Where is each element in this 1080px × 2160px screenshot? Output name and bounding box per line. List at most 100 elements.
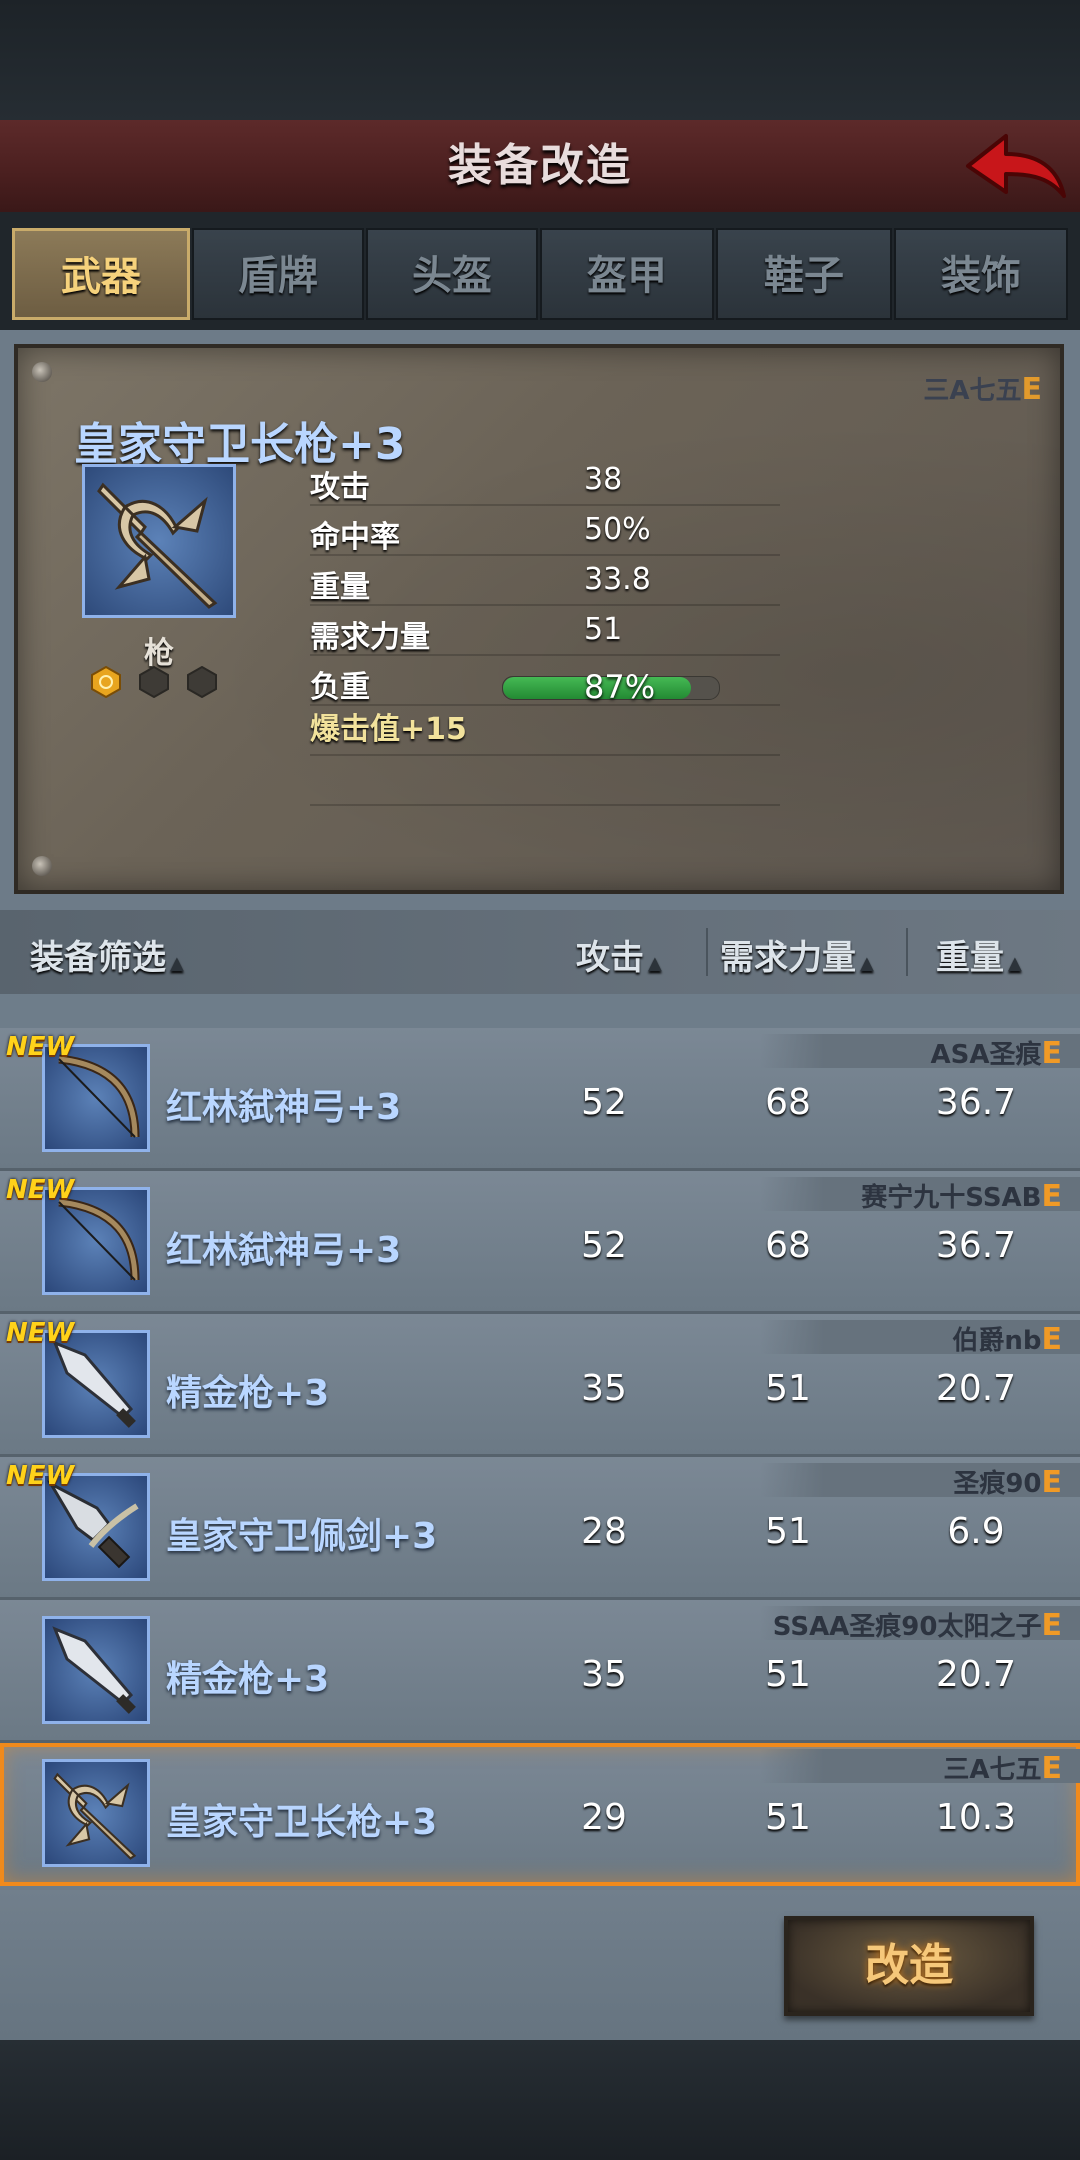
list-header: 装备筛选 ▲ 攻击 ▲ 需求力量 ▲ 重量 ▲ — [0, 910, 1080, 994]
item-weight: 6.9 — [947, 1511, 1005, 1552]
category-tabs: 武器 盾牌 头盔 盔甲 鞋子 装饰 — [0, 212, 1080, 330]
page-title: 装备改造 — [448, 140, 632, 191]
weight-header-label: 重量 — [936, 938, 1004, 978]
grade-badge: E — [1041, 1465, 1063, 1500]
divider — [310, 604, 780, 606]
red-back-arrow-icon — [966, 134, 1066, 198]
owner-name: 伯爵nb — [952, 1326, 1042, 1356]
tab-shield[interactable]: 盾牌 — [192, 228, 364, 320]
row-owner: ASA圣痕E — [931, 1034, 1062, 1071]
row-owner: 圣痕90E — [953, 1463, 1062, 1500]
item-strength: 51 — [765, 1654, 811, 1695]
divider — [310, 804, 780, 806]
filter-sort-button[interactable]: 装备筛选 ▲ — [30, 930, 184, 979]
spear-icon — [42, 1616, 150, 1724]
item-strength: 51 — [765, 1797, 811, 1838]
weight-sort-button[interactable]: 重量 ▲ — [936, 930, 1022, 979]
row-owner: SSAA圣痕90太阳之子E — [773, 1606, 1062, 1643]
grade-badge: E — [1041, 1608, 1063, 1643]
row-owner: 赛宁九十SSABE — [861, 1177, 1062, 1214]
gold-gem-icon — [91, 666, 121, 698]
bottom-band — [0, 2040, 1080, 2160]
item-weight: 20.7 — [935, 1368, 1017, 1409]
item-name: 皇家守卫长枪+3 — [166, 1802, 438, 1843]
equipment-row[interactable]: 三A七五E 皇家守卫长枪+3 29 51 10.3 — [0, 1743, 1080, 1886]
item-attack: 29 — [581, 1797, 627, 1838]
strength-header-label: 需求力量 — [720, 938, 856, 978]
item-attack: 35 — [581, 1654, 627, 1695]
empty-gem-slot-icon — [139, 666, 169, 698]
item-owner: 三A七五E — [923, 370, 1042, 407]
sort-triangle-icon: ▲ — [1008, 953, 1022, 974]
item-name: 精金枪+3 — [166, 1373, 330, 1414]
back-button[interactable] — [960, 128, 1070, 204]
divider — [706, 928, 708, 976]
equipment-row[interactable]: 赛宁九十SSABE NEW 红林弑神弓+3 52 68 36.7 — [0, 1171, 1080, 1314]
detail-panel-frame: 三A七五E 皇家守卫长枪+3 枪 攻击 38 命中率 50% 重量 33.8 需… — [0, 330, 1080, 910]
strength-sort-button[interactable]: 需求力量 ▲ — [720, 930, 874, 979]
item-attack: 52 — [581, 1225, 627, 1266]
stat-load-label: 负重 — [310, 670, 370, 705]
tab-helmet[interactable]: 头盔 — [366, 228, 538, 320]
divider — [906, 928, 908, 976]
owner-name: 赛宁九十SSAB — [861, 1183, 1042, 1213]
tab-shoes[interactable]: 鞋子 — [716, 228, 892, 320]
item-strength: 51 — [765, 1511, 811, 1552]
item-attack: 28 — [581, 1511, 627, 1552]
item-weight: 36.7 — [935, 1082, 1017, 1123]
item-name: 皇家守卫佩剑+3 — [166, 1516, 438, 1557]
reforge-button[interactable]: 改造 — [784, 1916, 1034, 2016]
owner-name: 三A七五 — [943, 1755, 1042, 1785]
bonus-crit-stat: 爆击值+15 — [310, 712, 467, 747]
row-owner: 伯爵nbE — [952, 1320, 1062, 1357]
action-area: 改造 — [0, 1890, 1080, 2040]
top-band — [0, 0, 1080, 120]
stat-weight-value: 33.8 — [584, 562, 651, 597]
header-bar: 装备改造 — [0, 120, 1080, 216]
divider — [310, 554, 780, 556]
equipment-row[interactable]: ASA圣痕E NEW 红林弑神弓+3 52 68 36.7 — [0, 1028, 1080, 1171]
owner-name: ASA圣痕 — [930, 1040, 1042, 1070]
equipment-list: 装备筛选 ▲ 攻击 ▲ 需求力量 ▲ 重量 ▲ ASA圣痕E NEW 红林弑神弓+3 52 68… — [0, 910, 1080, 1890]
attack-header-label: 攻击 — [576, 938, 644, 978]
equipment-row[interactable]: 伯爵nbE NEW 精金枪+3 35 51 20.7 — [0, 1314, 1080, 1457]
item-strength: 51 — [765, 1368, 811, 1409]
equipment-row[interactable]: 圣痕90E NEW 皇家守卫佩剑+3 28 51 6.9 — [0, 1457, 1080, 1600]
sort-triangle-icon: ▲ — [170, 953, 184, 974]
tab-armor[interactable]: 盔甲 — [540, 228, 714, 320]
item-name: 红林弑神弓+3 — [166, 1087, 402, 1128]
new-badge: NEW — [6, 1175, 75, 1205]
item-weight: 10.3 — [935, 1797, 1017, 1838]
grade-badge: E — [1021, 372, 1043, 407]
tab-accessory[interactable]: 装饰 — [894, 228, 1068, 320]
rivet-icon — [32, 856, 52, 876]
filter-label: 装备筛选 — [30, 938, 166, 978]
equipment-row[interactable]: SSAA圣痕90太阳之子E 精金枪+3 35 51 20.7 — [0, 1600, 1080, 1743]
item-name: 精金枪+3 — [166, 1659, 330, 1700]
stat-load-value: 87% — [584, 668, 656, 706]
stat-accuracy-label: 命中率 — [310, 520, 400, 555]
item-strength: 68 — [765, 1082, 811, 1123]
stat-attack-label: 攻击 — [310, 470, 370, 505]
item-weight: 36.7 — [935, 1225, 1017, 1266]
owner-name: 圣痕90 — [953, 1469, 1042, 1499]
grade-badge: E — [1041, 1322, 1063, 1357]
trident-icon — [82, 464, 236, 618]
attack-sort-button[interactable]: 攻击 ▲ — [576, 930, 662, 979]
item-strength: 68 — [765, 1225, 811, 1266]
trident-icon — [42, 1759, 150, 1867]
divider — [310, 754, 780, 756]
new-badge: NEW — [6, 1461, 75, 1491]
tab-weapon[interactable]: 武器 — [12, 228, 190, 320]
grade-badge: E — [1041, 1036, 1063, 1071]
stat-strength-value: 51 — [584, 612, 623, 647]
grade-badge: E — [1041, 1179, 1063, 1214]
sort-triangle-icon: ▲ — [860, 953, 874, 974]
row-owner: 三A七五E — [943, 1749, 1062, 1786]
stat-strength-label: 需求力量 — [310, 620, 430, 655]
item-attack: 52 — [581, 1082, 627, 1123]
grade-badge: E — [1041, 1751, 1063, 1786]
item-weight: 20.7 — [935, 1654, 1017, 1695]
divider — [310, 654, 780, 656]
owner-name: 三A七五 — [923, 376, 1022, 406]
